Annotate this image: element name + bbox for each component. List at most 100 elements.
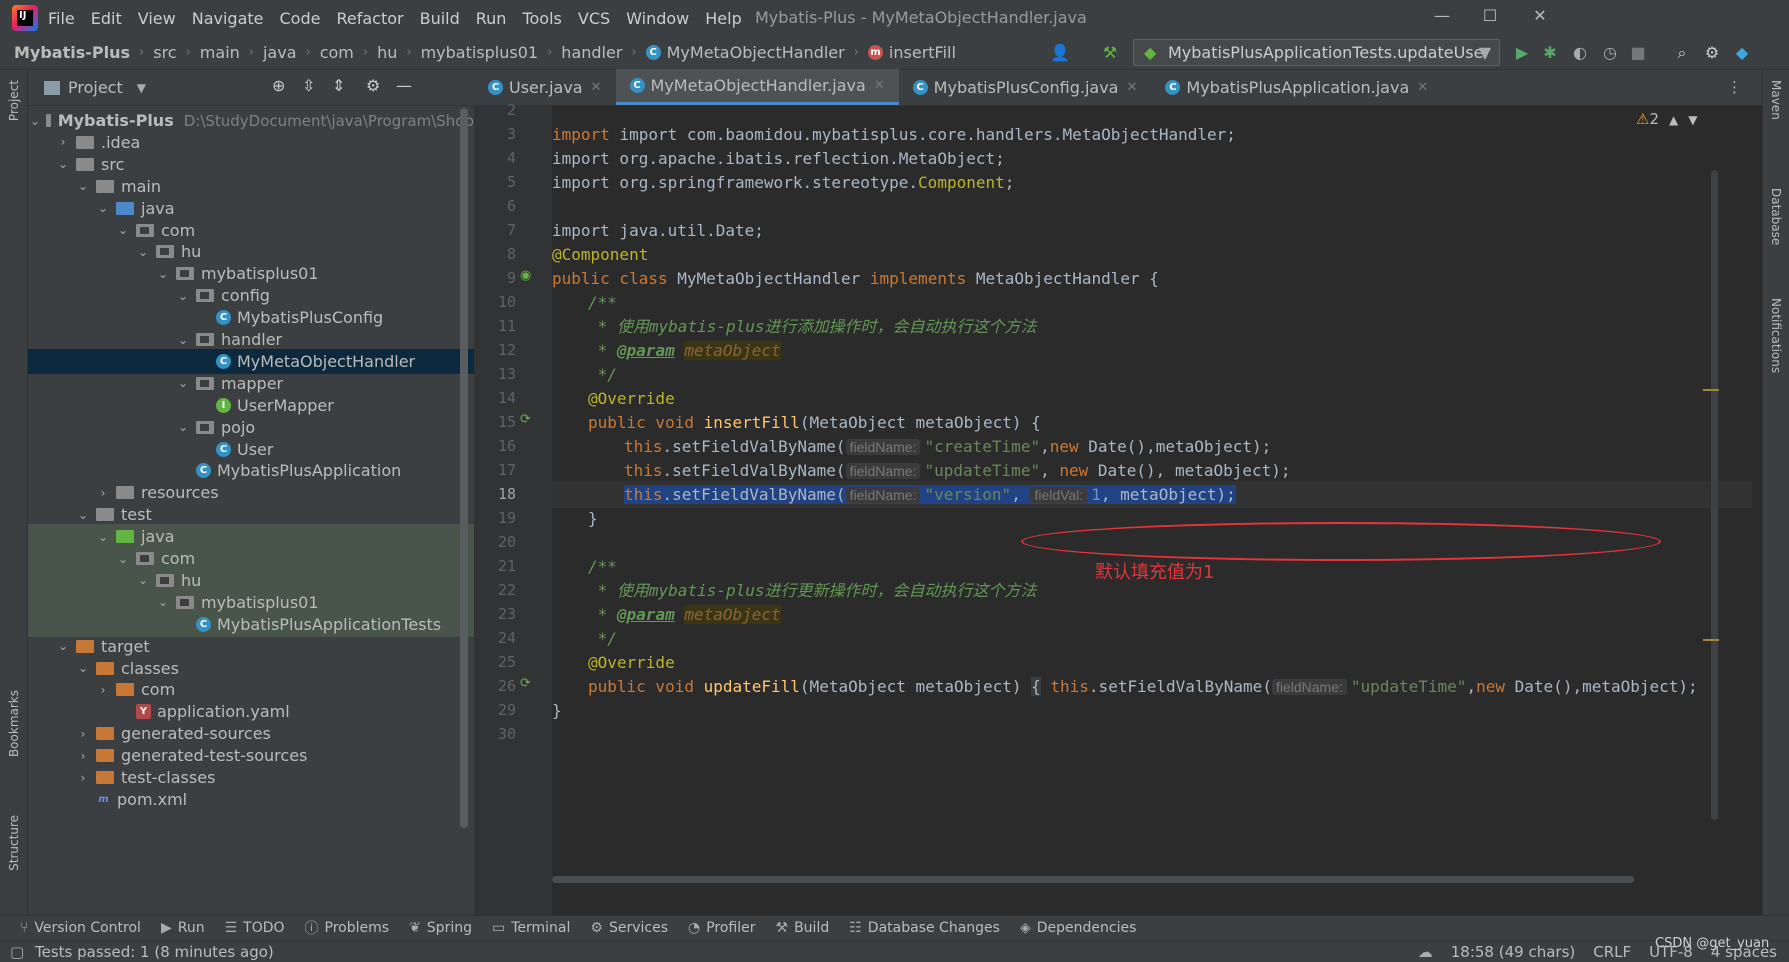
tool-window-todo[interactable]: ☰ TODO [225, 920, 285, 936]
warning-marker[interactable] [1703, 639, 1719, 641]
menu-item-edit[interactable]: Edit [91, 9, 122, 28]
bookmarks-side-tab[interactable]: Bookmarks [7, 690, 21, 757]
tool-window-profiler[interactable]: ◔ Profiler [688, 920, 756, 936]
tool-window-problems[interactable]: ⓘ Problems [305, 918, 390, 938]
expand-arrow-icon[interactable]: ⌄ [76, 661, 90, 675]
tool-window-database-changes[interactable]: ☷ Database Changes [849, 920, 1000, 936]
menu-item-file[interactable]: File [48, 9, 75, 28]
close-tab-icon[interactable]: ✕ [591, 80, 602, 95]
breadcrumb-item[interactable]: m insertFill [867, 43, 956, 62]
collapse-all-icon[interactable]: ⇕ [332, 76, 345, 95]
expand-all-icon[interactable]: ⇳ [302, 76, 315, 95]
gear-icon[interactable]: ⚙ [366, 76, 380, 95]
structure-side-tab[interactable]: Structure [7, 815, 21, 871]
expand-arrow-icon[interactable]: ⌄ [116, 552, 130, 566]
expand-arrow-icon[interactable]: ⌄ [176, 333, 190, 347]
breadcrumb-item[interactable]: com [320, 43, 354, 62]
project-panel-title[interactable]: Project [68, 78, 123, 97]
editor-tab[interactable]: C MyMetaObjectHandler.java ✕ [615, 69, 899, 105]
expand-arrow-icon[interactable]: ⌄ [76, 179, 90, 193]
warning-indicator[interactable]: ⚠2 ▲ ▼ [1636, 110, 1697, 128]
implements-icon[interactable]: ⟳ [520, 412, 531, 427]
tool-window-spring[interactable]: ❦ Spring [409, 920, 472, 936]
close-tab-icon[interactable]: ✕ [1417, 80, 1428, 95]
expand-arrow-icon[interactable]: ⌄ [96, 530, 110, 544]
implements-icon[interactable]: ⟳ [520, 676, 531, 691]
caret-position[interactable]: 18:58 (49 chars) [1451, 943, 1575, 961]
expand-arrow-icon[interactable]: › [76, 771, 90, 785]
stop-icon[interactable]: ■ [1628, 43, 1648, 63]
build-hammer-icon[interactable]: ⚒ [1100, 43, 1120, 63]
project-scrollbar[interactable] [460, 108, 468, 828]
tool-window-version-control[interactable]: ⑂ Version Control [20, 920, 141, 936]
editor-tab[interactable]: C User.java ✕ [474, 69, 616, 105]
expand-arrow-icon[interactable]: ⌄ [176, 376, 190, 390]
bean-icon[interactable]: ◉ [520, 268, 531, 283]
breadcrumb-item[interactable]: mybatisplus01 [421, 43, 539, 62]
line-separator[interactable]: CRLF [1593, 943, 1631, 961]
minimize-button[interactable]: — [1430, 6, 1454, 30]
maven-side-tab[interactable]: Maven [1769, 80, 1783, 120]
editor-tab[interactable]: C MybatisPlusConfig.java ✕ [899, 69, 1152, 105]
search-icon[interactable]: ⌕ [1672, 43, 1692, 63]
user-icon[interactable]: 👤 [1050, 43, 1070, 63]
status-panel-icon[interactable]: ▢ [10, 943, 24, 961]
intellij-logo-icon[interactable]: IJ [12, 5, 38, 31]
run-icon[interactable]: ▶ [1512, 43, 1532, 63]
notifications-side-tab[interactable]: Notifications [1769, 298, 1783, 373]
tool-window-services[interactable]: ⚙ Services [590, 920, 668, 936]
editor-tab[interactable]: C MybatisPlusApplication.java ✕ [1151, 69, 1442, 105]
breadcrumb-item[interactable]: hu [377, 43, 397, 62]
code-area[interactable]: import import com.baomidou.mybatisplus.c… [552, 106, 1762, 915]
expand-arrow-icon[interactable]: › [76, 749, 90, 763]
expand-arrow-icon[interactable]: › [76, 727, 90, 741]
tool-window-dependencies[interactable]: ◈ Dependencies [1020, 920, 1136, 936]
expand-arrow-icon[interactable]: › [96, 486, 110, 500]
menu-item-tools[interactable]: Tools [522, 9, 561, 28]
menu-item-refactor[interactable]: Refactor [336, 9, 403, 28]
chevron-down-icon[interactable]: ▼ [137, 81, 146, 95]
expand-arrow-icon[interactable]: ⌄ [176, 420, 190, 434]
tool-window-run[interactable]: ▶ Run [161, 920, 205, 936]
menu-item-navigate[interactable]: Navigate [192, 9, 264, 28]
tree-item[interactable]: m pom.xml [28, 787, 474, 812]
horizontal-scrollbar[interactable] [552, 876, 1634, 883]
coverage-icon[interactable]: ◐ [1570, 43, 1590, 63]
expand-arrow-icon[interactable]: ⌄ [76, 508, 90, 522]
debug-icon[interactable]: ✱ [1540, 43, 1560, 63]
expand-arrow-icon[interactable]: ⌄ [56, 157, 70, 171]
breadcrumb-item[interactable]: main [200, 43, 240, 62]
maximize-button[interactable]: ☐ [1478, 6, 1502, 30]
plugin-icon[interactable]: ◆ [1732, 43, 1752, 63]
status-message[interactable]: Tests passed: 1 (8 minutes ago) [35, 943, 274, 961]
hide-panel-icon[interactable]: — [396, 76, 412, 95]
close-button[interactable]: ✕ [1528, 6, 1552, 30]
profile-icon[interactable]: ◷ [1600, 43, 1620, 63]
close-tab-icon[interactable]: ✕ [874, 78, 885, 93]
expand-arrow-icon[interactable]: ⌄ [56, 639, 70, 653]
breadcrumb-item[interactable]: src [153, 43, 176, 62]
vertical-scrollbar[interactable] [1711, 170, 1718, 820]
expand-arrow-icon[interactable]: ⌄ [176, 289, 190, 303]
breadcrumb-item[interactable]: handler [561, 43, 622, 62]
menu-item-help[interactable]: Help [705, 9, 741, 28]
database-side-tab[interactable]: Database [1769, 188, 1783, 245]
warning-marker[interactable] [1703, 389, 1719, 391]
expand-arrow-icon[interactable]: ⌄ [96, 201, 110, 215]
run-configuration-select[interactable]: ◆ MybatisPlusApplicationTests.updateUser… [1133, 39, 1500, 66]
locate-icon[interactable]: ⊕ [272, 76, 285, 95]
gear-icon[interactable]: ⚙ [1702, 43, 1722, 63]
chevron-up-icon[interactable]: ▲ [1669, 113, 1678, 127]
tool-window-terminal[interactable]: ▭ Terminal [492, 920, 570, 936]
expand-arrow-icon[interactable]: ⌄ [116, 223, 130, 237]
project-side-tab[interactable]: Project [7, 80, 21, 121]
menu-item-vcs[interactable]: VCS [578, 9, 610, 28]
close-tab-icon[interactable]: ✕ [1126, 80, 1137, 95]
breadcrumb-item[interactable]: C MyMetaObjectHandler [645, 43, 845, 62]
expand-arrow-icon[interactable]: › [96, 683, 110, 697]
more-tabs-icon[interactable]: ⋮ [1727, 78, 1742, 96]
expand-arrow-icon[interactable]: ⌄ [136, 573, 150, 587]
expand-arrow-icon[interactable]: ⌄ [136, 245, 150, 259]
menu-item-code[interactable]: Code [280, 9, 321, 28]
breadcrumb-item[interactable]: java [263, 43, 297, 62]
